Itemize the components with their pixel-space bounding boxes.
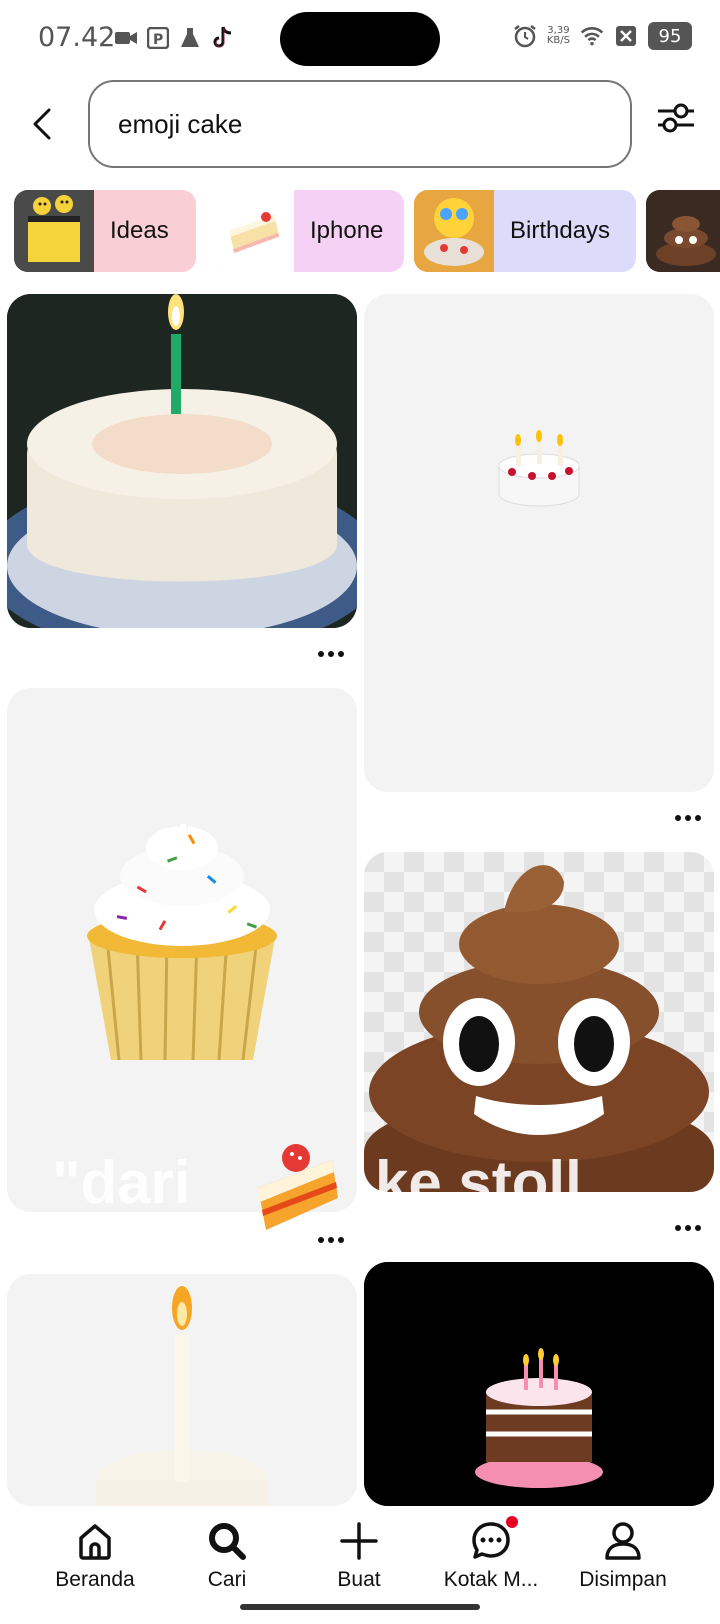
- no-sim-icon: [614, 24, 638, 48]
- filter-button[interactable]: [654, 96, 698, 140]
- nav-search[interactable]: Cari: [162, 1516, 292, 1606]
- rice-cake-image: [7, 294, 357, 628]
- chat-bubble-icon: [472, 1522, 510, 1559]
- chip-thumb-iphone: [214, 190, 294, 272]
- tiktok-icon: [210, 26, 234, 50]
- pin-candle-cake[interactable]: [7, 1274, 357, 1506]
- poop-emoji-image: [364, 852, 714, 1192]
- parking-icon: P: [146, 26, 170, 50]
- search-icon: [209, 1523, 246, 1560]
- home-indicator[interactable]: [240, 1604, 480, 1610]
- chip-iphone[interactable]: Iphone: [214, 190, 404, 272]
- network-speed: 3,39 KB/S: [547, 26, 570, 46]
- pin-rice-cake[interactable]: [7, 294, 357, 628]
- nav-saved[interactable]: Disimpan: [558, 1516, 688, 1606]
- nav-search-label: Cari: [207, 1568, 247, 1591]
- cake-slice-sticker: [252, 1140, 344, 1236]
- network-speed-unit: KB/S: [546, 35, 570, 46]
- cake-slice-icon: [258, 1144, 338, 1230]
- chip-label: Iphone: [310, 217, 384, 244]
- more-options-button[interactable]: [668, 808, 708, 828]
- video-camera-icon: [114, 26, 138, 50]
- pin-cupcake[interactable]: [7, 688, 357, 1212]
- chip-birthdays[interactable]: Birthdays: [414, 190, 636, 272]
- status-time: 07.42: [38, 22, 116, 53]
- status-bar: 07.42 P 3,39 KB/S 95: [0, 0, 720, 78]
- notification-icons: P: [114, 26, 234, 50]
- home-icon: [79, 1524, 111, 1560]
- nav-saved-label: Disimpan: [579, 1568, 667, 1591]
- battery-indicator: 95: [648, 22, 692, 50]
- status-right-icons: 3,39 KB/S 95: [513, 22, 692, 50]
- alarm-icon: [513, 24, 537, 48]
- more-options-button[interactable]: [311, 644, 351, 664]
- svg-text:P: P: [153, 32, 163, 48]
- layered-cake-image: [364, 1262, 714, 1506]
- pin-layered-cake[interactable]: [364, 1262, 714, 1506]
- pin-small-birthday-cake[interactable]: [364, 294, 714, 792]
- nav-create[interactable]: Buat: [294, 1516, 424, 1606]
- chip-ideas[interactable]: Ideas: [14, 190, 196, 272]
- chip-more[interactable]: [646, 190, 720, 272]
- pin-poop-emoji[interactable]: [364, 852, 714, 1192]
- chip-thumb-poop: [646, 190, 720, 272]
- cupcake-image: [7, 688, 357, 1212]
- camera-cutout: [280, 12, 440, 66]
- chip-thumb-birthdays: [414, 190, 494, 272]
- suggestion-chips: Ideas Iphone Birthdays: [14, 190, 720, 272]
- plus-icon: [340, 1522, 378, 1560]
- flask-icon: [178, 26, 202, 50]
- back-button[interactable]: [22, 100, 62, 148]
- chip-label: Birthdays: [510, 217, 611, 244]
- nav-create-label: Buat: [337, 1568, 381, 1591]
- filter-sliders-icon: [658, 103, 694, 133]
- small-cake-image: [364, 294, 714, 792]
- chip-thumb-ideas: [14, 190, 94, 272]
- more-options-button[interactable]: [668, 1218, 708, 1238]
- nav-inbox-label: Kotak M...: [443, 1568, 539, 1591]
- nav-inbox[interactable]: Kotak M...: [426, 1516, 556, 1606]
- nav-home[interactable]: Beranda: [30, 1516, 160, 1606]
- chevron-left-icon: [33, 108, 51, 140]
- notification-dot: [506, 1516, 518, 1528]
- candle-cake-image: [7, 1274, 357, 1506]
- search-input[interactable]: emoji cake: [88, 80, 632, 168]
- search-query: emoji cake: [118, 108, 243, 139]
- nav-home-label: Beranda: [55, 1568, 135, 1591]
- profile-icon: [605, 1522, 641, 1560]
- wifi-icon: [580, 24, 604, 48]
- chip-label: Ideas: [110, 217, 169, 244]
